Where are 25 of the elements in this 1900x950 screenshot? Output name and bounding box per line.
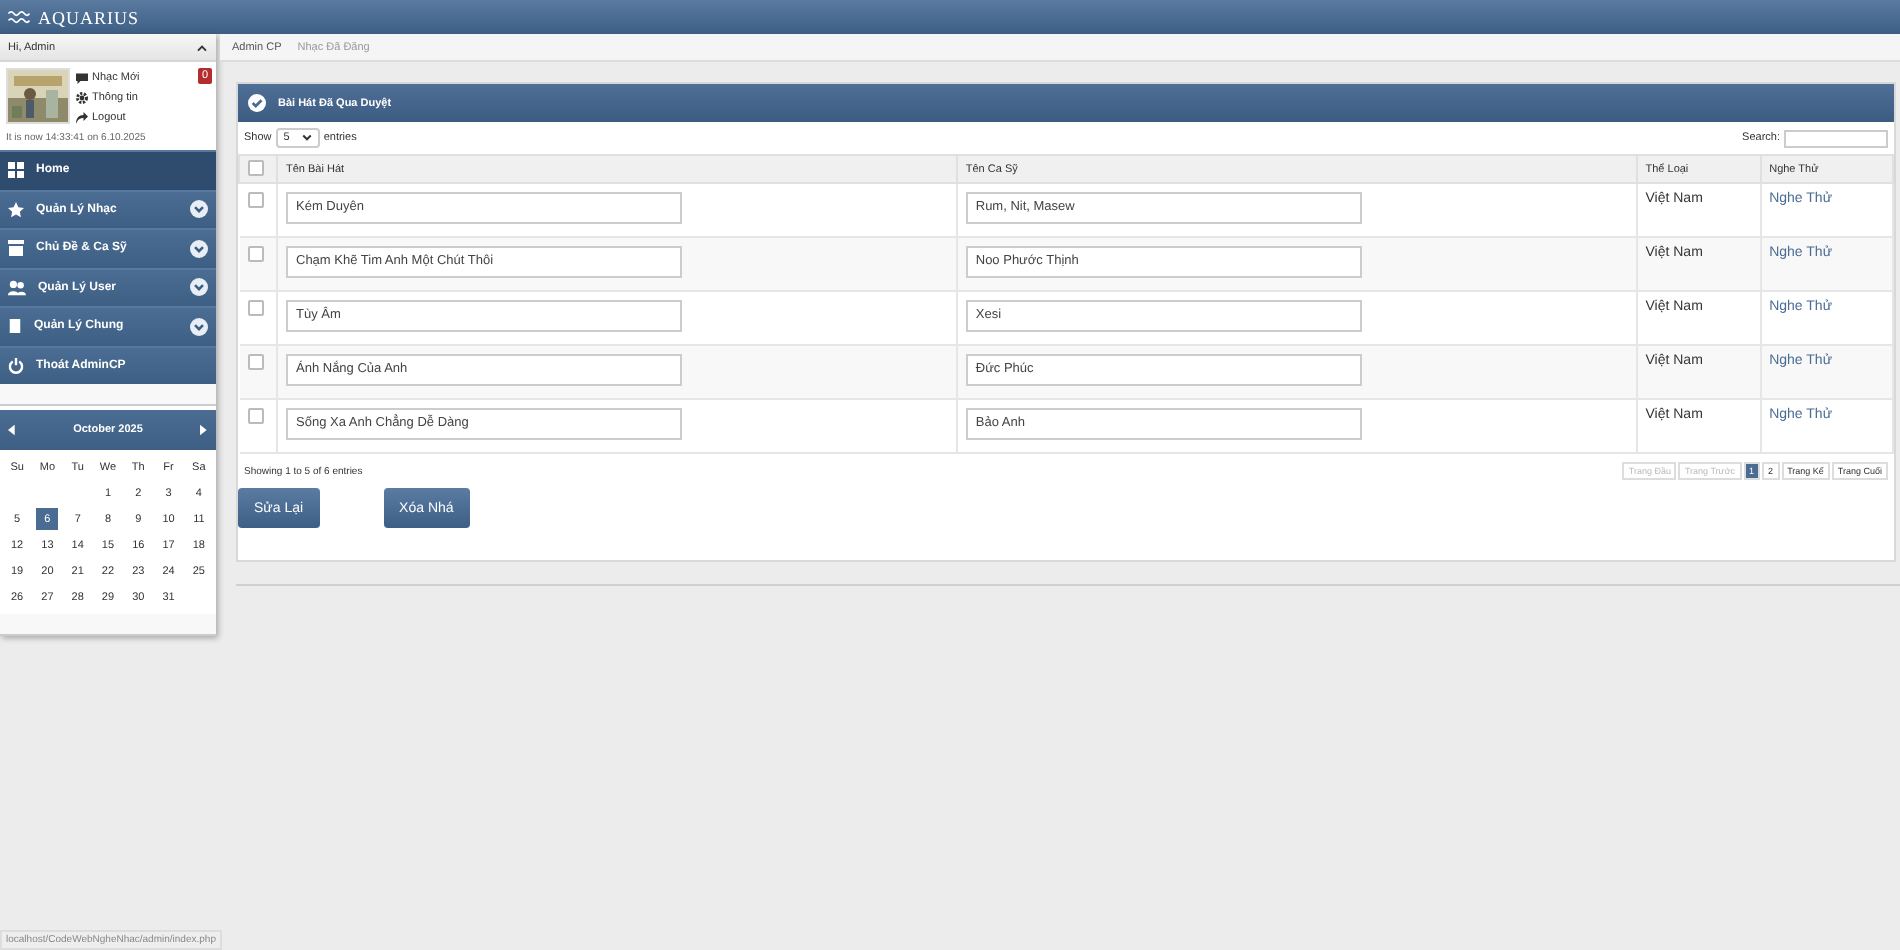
row-checkbox[interactable]	[247, 354, 263, 370]
select-all-checkbox[interactable]	[248, 159, 264, 175]
row-checkbox[interactable]	[247, 408, 263, 424]
grid-icon	[8, 162, 24, 179]
arrow-icon	[76, 111, 88, 123]
app-logo: AQUARIUS	[38, 7, 140, 27]
row-checkbox[interactable]	[247, 246, 263, 262]
waves-icon	[8, 10, 30, 24]
resize-handle[interactable]	[0, 384, 216, 406]
next-icon[interactable]	[199, 424, 208, 436]
users-icon	[8, 279, 26, 296]
archive-icon	[8, 240, 24, 257]
chat-icon	[76, 71, 88, 83]
row-checkbox[interactable]	[247, 300, 263, 316]
document-icon	[8, 318, 22, 335]
check-circle-icon	[248, 94, 266, 112]
previous-icon[interactable]	[8, 424, 16, 436]
search-field[interactable]	[1784, 129, 1888, 147]
chevron-down-icon	[301, 134, 312, 142]
collapse-icon[interactable]	[196, 43, 208, 51]
row-checkbox[interactable]	[247, 192, 263, 208]
star-icon	[8, 201, 24, 218]
settings-icon	[76, 91, 88, 103]
power-icon	[8, 357, 24, 374]
resize-handle[interactable]	[0, 614, 216, 636]
